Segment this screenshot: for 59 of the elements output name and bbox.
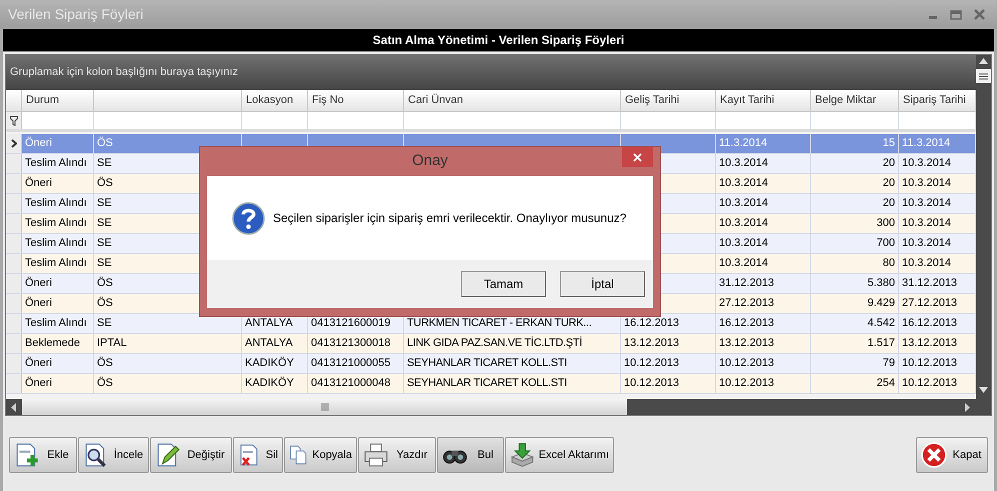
table-cell: 20	[811, 194, 899, 213]
table-cell: 13.12.2013	[621, 334, 716, 353]
table-cell: Teslim Alındı	[22, 214, 94, 233]
table-cell: Öneri	[22, 294, 94, 313]
table-cell: SEYHANLAR TICARET KOLL.STI	[404, 354, 621, 373]
table-cell: SEYHANLAR TICARET KOLL.STI	[404, 374, 621, 393]
window-title: Verilen Sipariş Föyleri	[8, 5, 144, 24]
table-cell: Öneri	[22, 354, 94, 373]
table-cell: 700	[811, 234, 899, 253]
table-cell: IPTAL	[94, 334, 242, 353]
dialog-message: Seçilen siparişler için sipariş emri verilecektir. Onaylıyor musunuz?	[273, 210, 626, 227]
table-cell: 20	[811, 174, 899, 193]
table-cell: Teslim Alındı	[22, 314, 94, 333]
table-cell: 0413121300018	[308, 334, 404, 353]
table-cell: 10.3.2014	[716, 194, 811, 213]
table-cell: Öneri	[22, 174, 94, 193]
table-cell: Beklemede	[22, 334, 94, 353]
group-panel-hint: Gruplamak için kolon başlığını buraya taşıyınız	[10, 65, 238, 80]
table-cell: 10.12.2013	[716, 354, 811, 373]
table-cell: 300	[811, 214, 899, 233]
table-cell: ANTALYA	[242, 334, 308, 353]
table-cell: 10.3.2014	[716, 174, 811, 193]
table-cell: 5.380	[811, 274, 899, 293]
table-cell: KADIKÖY	[242, 374, 308, 393]
table-cell: 10.3.2014	[716, 234, 811, 253]
table-cell: Öneri	[22, 274, 94, 293]
header-title: Satın Alma Yönetimi - Verilen Sipariş Föyleri	[372, 32, 624, 49]
table-cell: 16.12.2013	[716, 314, 811, 333]
table-cell: LINK GIDA PAZ.SAN.VE TİC.LTD.ŞTİ	[404, 334, 621, 353]
table-cell: 10.12.2013	[621, 354, 716, 373]
table-cell: 20	[811, 154, 899, 173]
table-cell: 1.517	[811, 334, 899, 353]
table-cell: 79	[811, 354, 899, 373]
table-cell: 27.12.2013	[716, 294, 811, 313]
table-cell: 10.12.2013	[621, 374, 716, 393]
table-cell: ÖS	[94, 354, 242, 373]
table-cell: 11.3.2014	[716, 134, 811, 153]
table-cell: 15	[811, 134, 899, 153]
table-cell: KADIKÖY	[242, 354, 308, 373]
table-cell: Teslim Alındı	[22, 234, 94, 253]
table-cell: 13.12.2013	[716, 334, 811, 353]
table-cell: 9.429	[811, 294, 899, 313]
table-cell: ÖS	[94, 374, 242, 393]
table-cell: Öneri	[22, 374, 94, 393]
table-cell: 10.3.2014	[716, 214, 811, 233]
table-cell: 10.3.2014	[716, 154, 811, 173]
table-cell: 31.12.2013	[716, 274, 811, 293]
table-cell: Öneri	[22, 134, 94, 153]
table-cell: 10.3.2014	[716, 254, 811, 273]
table-cell: 80	[811, 254, 899, 273]
table-cell: 0413121000048	[308, 374, 404, 393]
table-cell: Teslim Alındı	[22, 154, 94, 173]
table-cell: 0413121000055	[308, 354, 404, 373]
table-cell: Teslim Alındı	[22, 194, 94, 213]
table-cell: Teslim Alındı	[22, 254, 94, 273]
dialog-title: Onay	[412, 151, 448, 172]
table-cell: 4.542	[811, 314, 899, 333]
table-cell: 10.12.2013	[716, 374, 811, 393]
table-cell: 254	[811, 374, 899, 393]
